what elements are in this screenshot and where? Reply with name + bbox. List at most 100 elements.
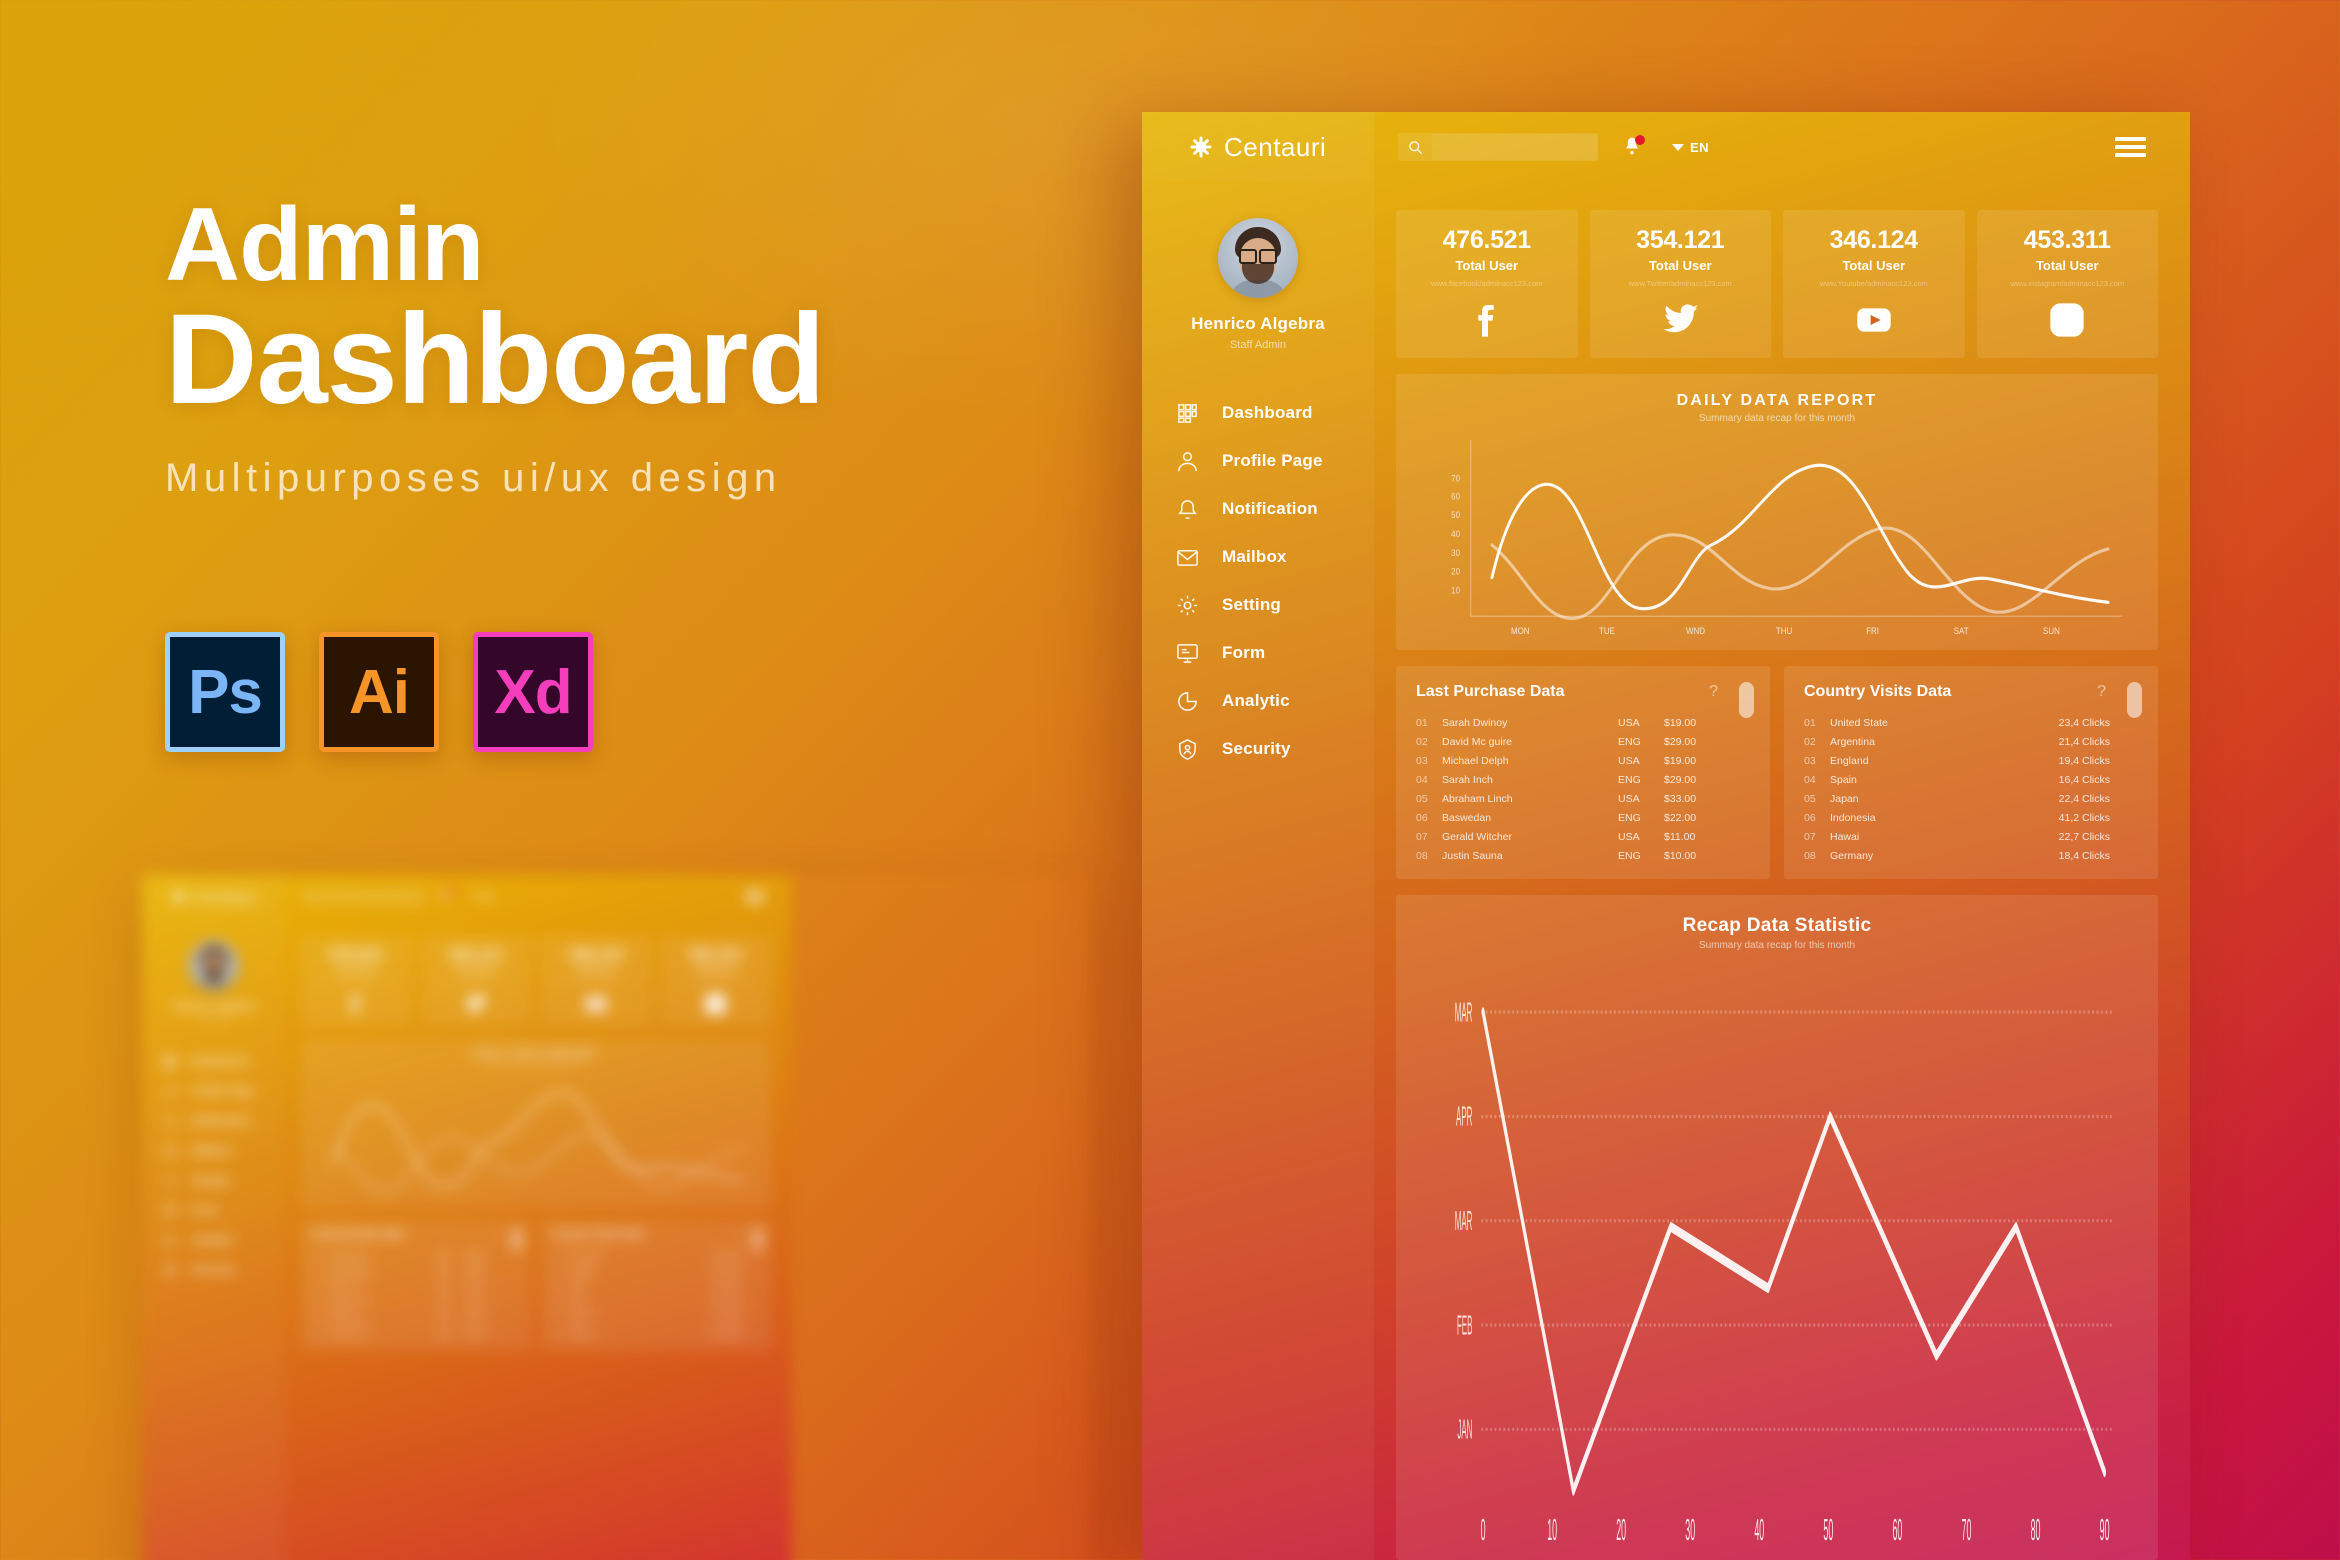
purchase-help-icon[interactable]: ? bbox=[1709, 683, 1718, 701]
table-row[interactable]: 05 Abraham Linch USA $33.00 bbox=[1416, 789, 1722, 808]
sidebar-item-label: Analytic bbox=[191, 1233, 234, 1246]
sidebar-item-profile page[interactable]: Profile Page bbox=[1142, 437, 1374, 485]
pie-icon bbox=[162, 1232, 178, 1248]
blurred-dashboard-preview: Centauri EN Henrico Algebra Staff Admin … bbox=[142, 875, 1092, 1560]
table-row[interactable]: 05 Abraham Linch USA $33.00 bbox=[312, 1295, 502, 1307]
search-input[interactable] bbox=[1432, 134, 1598, 160]
sidebar-item-form[interactable]: Form bbox=[1142, 629, 1374, 677]
row-country: USA bbox=[437, 1320, 451, 1328]
stat-card[interactable]: 354.121 Total User www.Twitter/adminacc1… bbox=[1589, 210, 1771, 358]
sidebar-item-security[interactable]: Security bbox=[1142, 725, 1374, 773]
stat-number: 346.124 bbox=[568, 945, 624, 964]
table-row[interactable]: 01 United State 23,4 Clicks bbox=[552, 1248, 742, 1260]
table-row[interactable]: 03 Michael Delph USA $19.00 bbox=[1416, 751, 1722, 770]
stat-label: Total User bbox=[696, 965, 736, 975]
sidebar-item-notification[interactable]: Notification bbox=[1142, 485, 1374, 533]
svg-text:40: 40 bbox=[1451, 529, 1460, 540]
table-row[interactable]: 04 Spain 16,4 Clicks bbox=[1804, 770, 2110, 789]
language-selector[interactable]: EN bbox=[1672, 140, 1709, 155]
row-amount: $29.00 bbox=[465, 1261, 486, 1270]
sidebar-item-security[interactable]: Security bbox=[142, 1255, 286, 1285]
svg-text:70: 70 bbox=[1451, 473, 1460, 484]
purchase-rows: 01 Sarah Dwinoy USA $19.00 02 David Mc g… bbox=[1416, 713, 1770, 865]
table-row[interactable]: 05 Japan 22,4 Clicks bbox=[552, 1295, 742, 1307]
table-row[interactable]: 04 Sarah Inch ENG $29.00 bbox=[1416, 770, 1722, 789]
table-row[interactable]: 08 Germany 18,4 Clicks bbox=[552, 1330, 742, 1342]
table-row[interactable]: 06 Baswedan ENG $22.00 bbox=[312, 1307, 502, 1319]
table-row[interactable]: 06 Indonesia 41,2 Clicks bbox=[552, 1307, 742, 1319]
stat-number: 476.521 bbox=[328, 945, 384, 964]
notification-bell-icon[interactable] bbox=[1622, 135, 1645, 158]
row-amount: $11.00 bbox=[1664, 830, 1696, 843]
row-country-name: England bbox=[1830, 754, 1869, 767]
brand-logo[interactable]: Centauri bbox=[1142, 112, 1374, 182]
table-row[interactable]: 03 Michael Delph USA $19.00 bbox=[312, 1271, 502, 1283]
row-index: 03 bbox=[1416, 754, 1428, 767]
table-row[interactable]: 07 Gerald Witcher USA $11.00 bbox=[1416, 827, 1722, 846]
stat-label: Total User bbox=[2035, 258, 2099, 273]
sidebar-item-form[interactable]: Form bbox=[142, 1196, 286, 1226]
row-clicks: 18,4 Clicks bbox=[710, 1332, 743, 1340]
sidebar-item-setting[interactable]: Setting bbox=[1142, 581, 1374, 629]
table-row[interactable]: 07 Gerald Witcher USA $11.00 bbox=[312, 1318, 502, 1330]
row-index: 06 bbox=[1416, 811, 1428, 824]
stat-url: www.facebook/adminacc123.com bbox=[321, 978, 391, 985]
stat-url: www.Youtube/adminacc123.com bbox=[1819, 279, 1928, 288]
sidebar-item-analytic[interactable]: Analytic bbox=[142, 1225, 286, 1255]
table-row[interactable]: 01 United State 23,4 Clicks bbox=[1804, 713, 2110, 732]
sidebar-item-mailbox[interactable]: Mailbox bbox=[1142, 533, 1374, 581]
daily-data-report-card: DAILY DATA REPORT Summary data recap for… bbox=[1396, 374, 2158, 650]
table-row[interactable]: 04 Sarah Inch ENG $29.00 bbox=[312, 1283, 502, 1295]
country-visits-title: Country Visits Data bbox=[1804, 683, 1952, 700]
preview-country-title: Country Visits Data bbox=[552, 1229, 644, 1240]
stat-card[interactable]: 346.124 Total User www.Youtube/adminacc1… bbox=[1783, 210, 1965, 358]
table-row[interactable]: 07 Hawai 22,7 Clicks bbox=[552, 1318, 742, 1330]
table-row[interactable]: 07 Hawai 22,7 Clicks bbox=[1804, 827, 2110, 846]
sidebar-item-profile page[interactable]: Profile Page bbox=[142, 1077, 286, 1107]
stat-card[interactable]: 354.121 Total User www.Twitter/adminacc1… bbox=[419, 935, 532, 1028]
table-row[interactable]: 05 Japan 22,4 Clicks bbox=[1804, 789, 2110, 808]
table-row[interactable]: 08 Justin Sauna ENG $10.00 bbox=[312, 1330, 502, 1342]
sidebar-item-notification[interactable]: Notification bbox=[142, 1106, 286, 1136]
table-row[interactable]: 03 England 19,4 Clicks bbox=[552, 1271, 742, 1283]
table-row[interactable]: 08 Germany 18,4 Clicks bbox=[1804, 846, 2110, 865]
hamburger-menu-icon[interactable] bbox=[2115, 133, 2146, 161]
table-row[interactable]: 06 Indonesia 41,2 Clicks bbox=[1804, 808, 2110, 827]
sidebar-item-dashboard[interactable]: Dashboard bbox=[142, 1047, 286, 1077]
stat-card[interactable]: 346.124 Total User www.Youtube/adminacc1… bbox=[539, 935, 652, 1028]
country-visits-panel: Country Visits Data ? 01 United State 23… bbox=[1784, 666, 2158, 879]
country-help-icon[interactable]: ? bbox=[2097, 683, 2106, 701]
table-row[interactable]: 01 Sarah Dwinoy USA $19.00 bbox=[312, 1248, 502, 1260]
stat-card[interactable]: 476.521 Total User www.facebook/adminacc… bbox=[1396, 210, 1578, 358]
search-box[interactable] bbox=[1398, 133, 1598, 161]
row-amount: $29.00 bbox=[465, 1285, 486, 1293]
row-index: 06 bbox=[552, 1308, 560, 1317]
table-row[interactable]: 08 Justin Sauna ENG $10.00 bbox=[1416, 846, 1722, 865]
row-country: ENG bbox=[437, 1285, 452, 1293]
stat-card[interactable]: 453.311 Total User www.instagram/adminac… bbox=[1976, 210, 2158, 358]
table-row[interactable]: 01 Sarah Dwinoy USA $19.00 bbox=[1416, 713, 1722, 732]
stat-card[interactable]: 453.311 Total User www.instagram/adminac… bbox=[659, 935, 772, 1028]
sidebar-item-mailbox[interactable]: Mailbox bbox=[142, 1136, 286, 1166]
country-scrollbar[interactable] bbox=[2127, 682, 2142, 718]
sidebar-item-analytic[interactable]: Analytic bbox=[1142, 677, 1374, 725]
table-row[interactable]: 02 David Mc guire ENG $29.00 bbox=[1416, 732, 1722, 751]
sidebar-item-setting[interactable]: Setting bbox=[142, 1166, 286, 1196]
stat-card[interactable]: 476.521 Total User www.facebook/adminacc… bbox=[299, 935, 413, 1028]
table-row[interactable]: 02 David Mc guire ENG $29.00 bbox=[312, 1259, 502, 1271]
table-row[interactable]: 02 Argentina 21,4 Clicks bbox=[1804, 732, 2110, 751]
purchase-scrollbar[interactable] bbox=[1739, 682, 1754, 718]
country-rows: 01 United State 23,4 Clicks 02 Argentina… bbox=[1804, 713, 2158, 865]
svg-text:20: 20 bbox=[1616, 1513, 1626, 1546]
table-row[interactable]: 06 Baswedan ENG $22.00 bbox=[1416, 808, 1722, 827]
stat-number: 346.124 bbox=[1829, 226, 1919, 254]
table-row[interactable]: 04 Spain 16,4 Clicks bbox=[552, 1283, 742, 1295]
svg-text:60: 60 bbox=[1451, 491, 1460, 502]
grid-icon bbox=[162, 1054, 178, 1070]
table-row[interactable]: 03 England 19,4 Clicks bbox=[1804, 751, 2110, 770]
table-row[interactable]: 02 Argentina 21,4 Clicks bbox=[552, 1259, 742, 1271]
sidebar-item-dashboard[interactable]: Dashboard bbox=[1142, 389, 1374, 437]
row-country-name: Japan bbox=[1830, 792, 1859, 805]
row-country: ENG bbox=[1618, 849, 1641, 862]
row-name: David Mc guire bbox=[1442, 735, 1513, 748]
